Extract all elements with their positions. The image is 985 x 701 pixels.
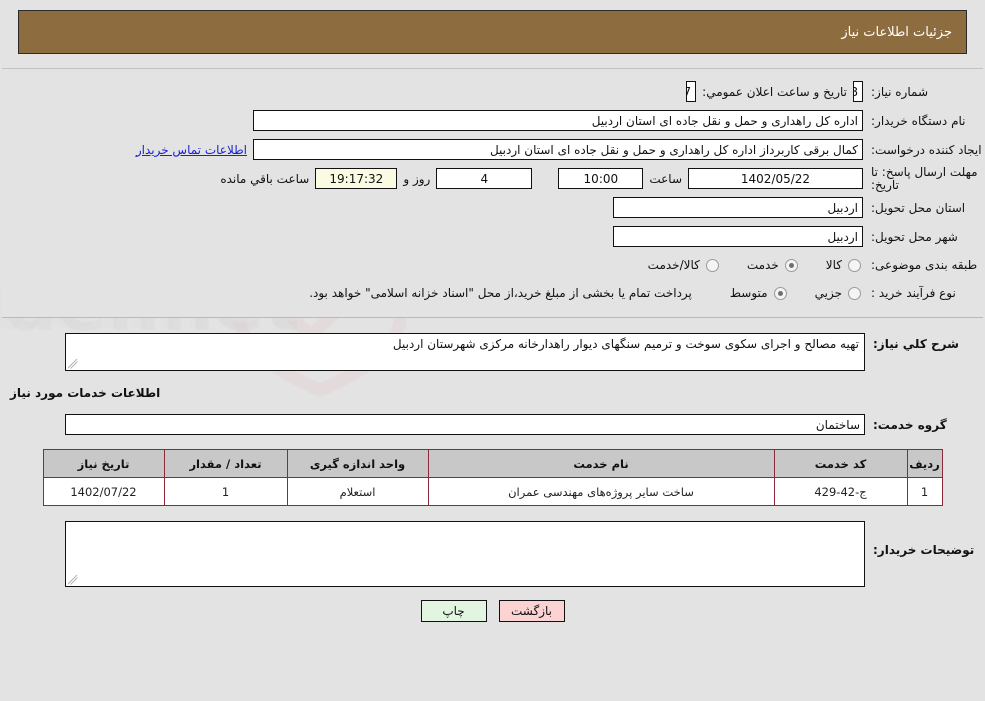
province-value: اردبیل — [613, 197, 863, 218]
description-label: شرح کلي نیاز: — [873, 337, 959, 351]
row-process: نوع فرآیند خرید : جزیي متوسط پرداخت تمام… — [2, 279, 983, 307]
radio-motevaset-icon[interactable] — [773, 286, 787, 300]
row-category: طبقه بندی موضوعی: کالا خدمت کالا/خدمت — [2, 251, 983, 279]
city-value: اردبیل — [613, 226, 863, 247]
col-name: نام خدمت — [427, 449, 775, 478]
services-table-header-row: ردیف کد خدمت نام خدمت واحد اندازه گیری ت… — [42, 449, 943, 478]
table-row: 1 ج-42-429 ساخت سایر پروژه‌های مهندسی عم… — [42, 477, 943, 506]
row-service-group: گروه خدمت: ساختمان — [0, 410, 985, 439]
buyer-org-value: اداره کل راهداری و حمل و نقل جاده ای است… — [253, 110, 863, 131]
remaining-days-label: روز و — [403, 171, 431, 186]
cell-unit: استعلام — [286, 477, 429, 506]
description-block: شرح کلي نیاز: تهیه مصالح و اجرای سکوی سو… — [0, 332, 985, 372]
need-number-value: 1102003740000058 — [853, 81, 863, 102]
radio-kala-icon[interactable] — [848, 258, 861, 272]
buyer-contact-link[interactable]: اطلاعات تماس خریدار — [136, 143, 247, 157]
buyer-comments-textarea[interactable] — [65, 521, 865, 587]
col-code: کد خدمت — [773, 449, 908, 478]
category-option-kala-label: کالا — [825, 258, 842, 272]
radio-khedmat-icon[interactable] — [784, 258, 798, 272]
category-option-kala[interactable]: کالا — [826, 258, 863, 272]
col-index: ردیف — [906, 449, 943, 478]
cell-index: 1 — [906, 477, 943, 506]
deadline-date-value: 1402/05/22 — [688, 168, 863, 189]
deadline-hour-label: ساعت — [649, 171, 682, 186]
cell-name: ساخت سایر پروژه‌های مهندسی عمران — [427, 477, 775, 506]
buyer-org-label: نام دستگاه خریدار: — [871, 113, 966, 128]
process-option-motevaset-label: متوسط — [729, 286, 768, 300]
description-textarea[interactable]: تهیه مصالح و اجرای سکوی سوخت و ترمیم سنگ… — [65, 333, 865, 371]
radio-kala-khedmat-icon[interactable] — [705, 258, 719, 272]
buyer-comments-block: توضیحات خریدار: — [0, 520, 985, 588]
row-buyer-comments: توضیحات خریدار: — [0, 520, 985, 588]
cell-code: ج-42-429 — [773, 477, 908, 506]
remaining-timer: 19:17:32 — [315, 168, 398, 189]
services-block: اطلاعات خدمات مورد نیاز گروه خدمت: ساختم… — [0, 386, 985, 506]
col-unit: واحد اندازه گیری — [286, 449, 429, 478]
row-deadline: مهلت ارسال پاسخ: تا تاریخ: 1402/05/22 سا… — [2, 164, 983, 193]
creator-value: کمال برقی کاربرداز اداره کل راهداری و حم… — [253, 139, 863, 160]
remaining-suffix: ساعت باقي مانده — [220, 171, 310, 186]
row-need-number: شماره نیاز: 1102003740000058 تاریخ و ساع… — [2, 77, 983, 106]
services-table: ردیف کد خدمت نام خدمت واحد اندازه گیری ت… — [42, 449, 943, 506]
row-description: شرح کلي نیاز: تهیه مصالح و اجرای سکوی سو… — [0, 332, 985, 372]
category-option-khedmat-label: خدمت — [746, 258, 779, 272]
category-option-kala-khedmat[interactable]: کالا/خدمت — [648, 258, 721, 272]
need-info-panel: شماره نیاز: 1102003740000058 تاریخ و ساع… — [2, 68, 983, 318]
process-label: نوع فرآیند خرید : — [871, 286, 956, 300]
row-province: استان محل تحویل: اردبیل — [2, 193, 983, 222]
back-button[interactable]: بازگشت — [498, 600, 565, 622]
resize-handle-icon[interactable] — [68, 359, 78, 369]
announce-value: 1402/05/17 - 12:58 — [686, 81, 697, 102]
need-number-label: شماره نیاز: — [871, 84, 928, 99]
buyer-comments-label: توضیحات خریدار: — [873, 543, 975, 557]
page-title: جزئیات اطلاعات نیاز — [841, 24, 952, 40]
resize-handle-icon[interactable] — [68, 575, 78, 585]
deadline-hour-value: 10:00 — [558, 168, 644, 189]
row-buyer-org: نام دستگاه خریدار: اداره کل راهداری و حم… — [2, 106, 983, 135]
remaining-days-value: 4 — [436, 168, 533, 189]
row-creator: ایجاد کننده درخواست: کمال برقی کاربرداز … — [2, 135, 983, 164]
category-label: طبقه بندی موضوعی: — [871, 257, 978, 272]
category-option-khedmat[interactable]: خدمت — [747, 258, 800, 272]
page-root: جزئیات اطلاعات نیاز شماره نیاز: 11020037… — [0, 10, 985, 622]
announce-label: تاریخ و ساعت اعلان عمومي: — [702, 84, 847, 99]
process-option-motevaset[interactable]: متوسط — [730, 286, 789, 300]
category-option-kala-khedmat-label: کالا/خدمت — [647, 258, 700, 272]
row-city: شهر محل تحویل: اردبیل — [2, 222, 983, 251]
page-header: جزئیات اطلاعات نیاز — [18, 10, 967, 54]
process-note: پرداخت تمام یا بخشی از مبلغ خرید،از محل … — [309, 286, 692, 300]
cell-date: 1402/07/22 — [42, 477, 165, 506]
col-date: تاریخ نیاز — [42, 449, 165, 478]
deadline-label: مهلت ارسال پاسخ: تا تاریخ: — [871, 164, 978, 192]
services-section-title: اطلاعات خدمات مورد نیاز — [10, 386, 161, 400]
footer-buttons: بازگشت چاپ — [0, 600, 985, 622]
province-label: استان محل تحویل: — [871, 200, 966, 215]
col-quantity: تعداد / مقدار — [163, 449, 288, 478]
process-option-jozi-label: جزیي — [814, 286, 842, 300]
service-group-label: گروه خدمت: — [873, 417, 947, 432]
service-group-value: ساختمان — [65, 414, 865, 435]
description-value: تهیه مصالح و اجرای سکوی سوخت و ترمیم سنگ… — [392, 337, 859, 351]
creator-label: ایجاد کننده درخواست: — [871, 142, 982, 157]
process-option-jozi[interactable]: جزیي — [815, 286, 863, 300]
radio-jozi-icon[interactable] — [848, 286, 861, 300]
cell-quantity: 1 — [163, 477, 288, 506]
print-button[interactable]: چاپ — [420, 600, 487, 622]
city-label: شهر محل تحویل: — [871, 229, 958, 244]
